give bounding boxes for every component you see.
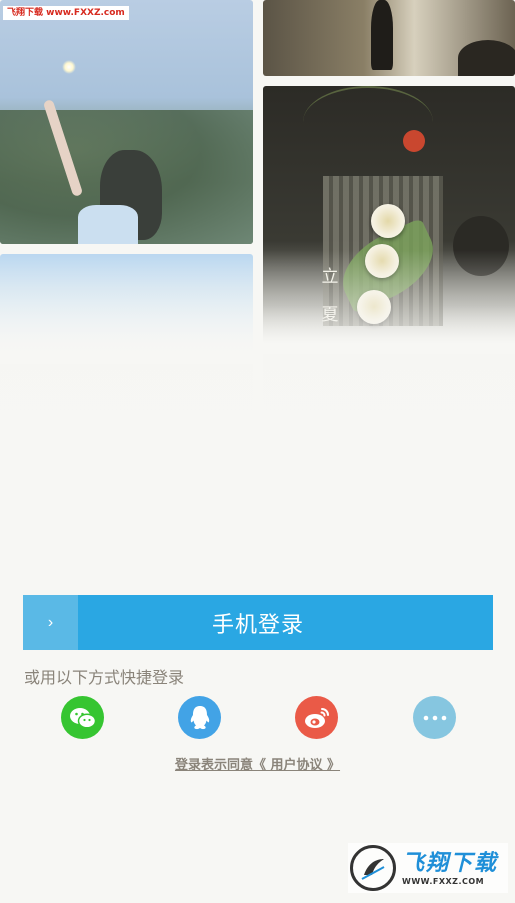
weibo-login-button[interactable] [295,696,338,739]
more-login-button[interactable] [413,696,456,739]
weibo-icon [304,707,329,728]
phone-login-label: 手机登录 [211,611,304,637]
more-dots-icon [423,715,446,720]
wechat-icon [69,707,96,729]
watermark-top: 飞翔下载 www.FXXZ.com [3,6,129,20]
qq-login-button[interactable] [178,696,221,739]
wechat-login-button[interactable] [61,696,104,739]
phone-login-button[interactable]: › 手机登录 [23,595,493,650]
qq-icon [190,705,209,729]
quick-login-text: 或用以下方式快捷登录 [24,668,185,687]
watermark-url-text: WWW.FXXZ.COM [402,876,485,886]
chevron-right-icon: › [23,595,78,650]
watermark-cn-text: 飞翔下载 [402,850,499,876]
user-agreement-link[interactable]: 登录表示同意《 用户协议 》 [0,754,515,773]
watermark-logo: 飞翔下载 WWW.FXXZ.COM [348,843,508,893]
watermark-emblem-icon [350,845,396,891]
